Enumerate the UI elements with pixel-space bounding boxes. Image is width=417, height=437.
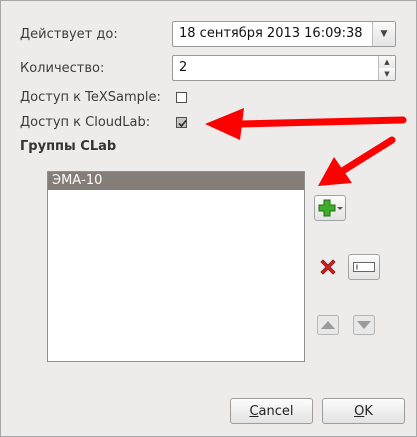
quantity-value: 2 [179, 60, 188, 75]
ok-button[interactable]: OK [322, 398, 405, 424]
spin-down-icon: ▼ [384, 70, 390, 78]
red-x-icon [320, 259, 336, 275]
groups-list[interactable]: ЭМА-10 [47, 171, 305, 362]
dropdown-button[interactable]: ▼ [372, 22, 395, 46]
add-group-button[interactable] [314, 195, 346, 221]
rename-field-icon [353, 262, 375, 272]
cancel-button[interactable]: Cancel [230, 398, 313, 424]
cloudlab-access-label: Доступ к CloudLab: [20, 115, 151, 130]
quantity-spinbox[interactable]: 2 ▲ ▼ [172, 55, 396, 81]
ok-mnemonic: O [354, 403, 365, 419]
ok-label: K [364, 403, 373, 419]
cancel-label: ancel [258, 403, 294, 419]
cloudlab-access-checkbox[interactable] [176, 117, 187, 128]
remove-group-button[interactable] [312, 254, 344, 280]
texsample-access-checkbox[interactable] [176, 92, 187, 103]
list-item[interactable]: ЭМА-10 [48, 172, 304, 190]
rename-group-button[interactable] [348, 254, 380, 280]
checkmark-icon [178, 119, 187, 128]
texsample-access-label: Доступ к TeXSample: [20, 90, 161, 105]
valid-until-value: 18 сентября 2013 16:09:38 [179, 26, 363, 41]
arrow-down-icon [353, 315, 375, 335]
move-down-button[interactable] [348, 312, 380, 338]
cancel-mnemonic: C [249, 403, 259, 419]
quantity-label: Количество: [20, 61, 105, 76]
arrow-up-icon [317, 315, 339, 335]
valid-until-label: Действует до: [20, 27, 118, 42]
valid-until-combobox[interactable]: 18 сентября 2013 16:09:38 ▼ [172, 21, 396, 47]
groups-title: Группы CLab [20, 139, 117, 154]
chevron-down-icon: ▼ [380, 29, 388, 39]
plus-icon [318, 199, 343, 217]
move-up-button[interactable] [312, 312, 344, 338]
spin-down-button[interactable]: ▼ [378, 68, 395, 80]
